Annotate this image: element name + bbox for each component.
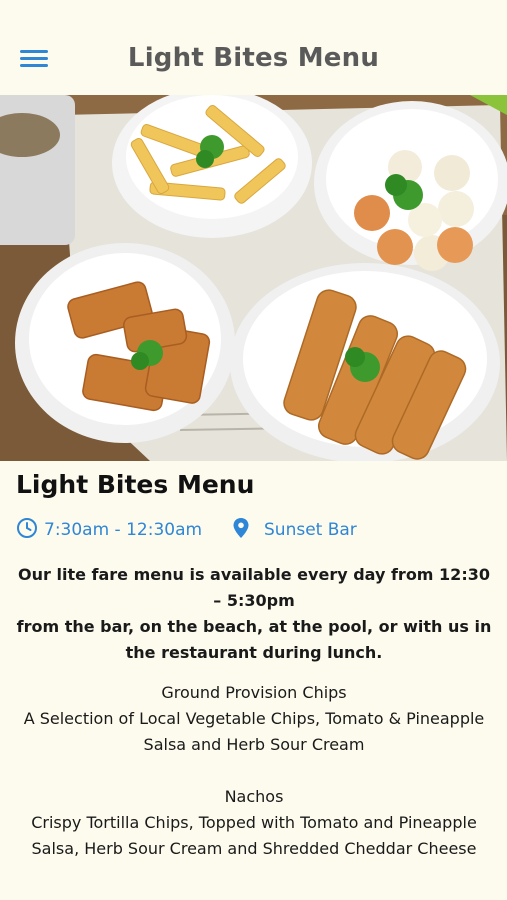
hours-text: 7:30am - 12:30am	[44, 520, 203, 540]
page-title: Light Bites Menu	[127, 43, 380, 73]
hero-image	[0, 95, 507, 461]
section-title: Light Bites Menu	[16, 470, 255, 499]
menu-content: Our lite fare menu is available every da…	[14, 562, 494, 862]
intro-locations: from the bar, on the beach, at the pool,…	[16, 617, 492, 662]
info-row: 7:30am - 12:30am Sunset Bar	[16, 517, 496, 543]
menu-item: Nachos Crispy Tortilla Chips, Topped wit…	[14, 784, 494, 862]
menu-item-description: Crispy Tortilla Chips, Topped with Tomat…	[31, 813, 477, 858]
map-pin-icon	[232, 517, 250, 543]
menu-item-description: A Selection of Local Vegetable Chips, To…	[23, 709, 485, 754]
app-bar: Light Bites Menu	[0, 0, 507, 95]
hours-link[interactable]: 7:30am - 12:30am	[16, 517, 202, 543]
location-link[interactable]: Sunset Bar	[232, 517, 357, 543]
location-text: Sunset Bar	[264, 520, 357, 540]
clock-icon	[16, 517, 38, 543]
menu-item: Ground Provision Chips A Selection of Lo…	[14, 680, 494, 758]
food-photo	[0, 95, 507, 461]
intro-availability: Our lite fare menu is available every da…	[18, 565, 490, 610]
menu-item-name: Ground Provision Chips	[161, 683, 347, 702]
menu-item-name: Nachos	[224, 787, 284, 806]
